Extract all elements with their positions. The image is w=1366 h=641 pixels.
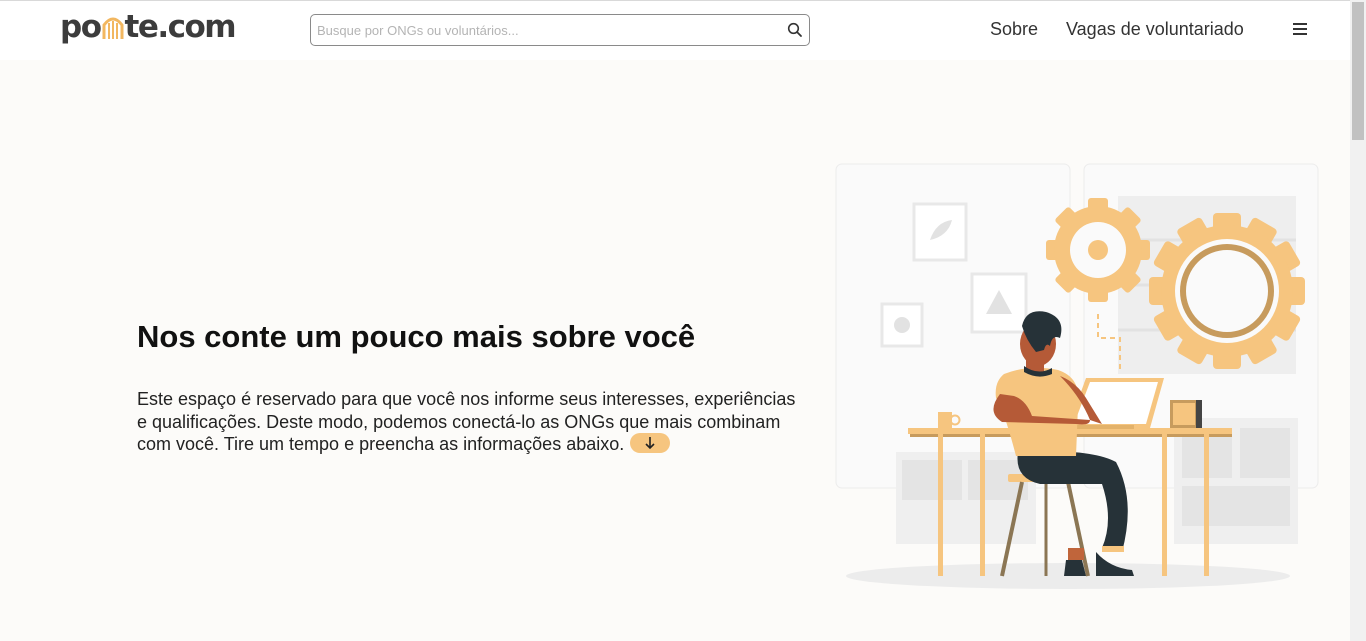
- logo[interactable]: po te.com: [60, 9, 237, 45]
- search-input[interactable]: [311, 15, 781, 45]
- intro-paragraph: Este espaço é reservado para que você no…: [137, 388, 807, 456]
- scrollbar[interactable]: [1350, 0, 1366, 641]
- workspace-illustration: [835, 163, 1319, 589]
- hamburger-icon[interactable]: [1293, 23, 1307, 37]
- intro-text: Este espaço é reservado para que você no…: [137, 389, 796, 454]
- top-header: pote.com Sobre Vagas de voluntariado: [0, 0, 1350, 60]
- search-box: [310, 14, 810, 46]
- nav-link-sobre[interactable]: Sobre: [990, 19, 1038, 40]
- page-title: Nos conte um pouco mais sobre você: [137, 319, 696, 354]
- scrollbar-thumb[interactable]: [1352, 2, 1364, 140]
- nav-link-vagas[interactable]: Vagas de voluntariado: [1066, 19, 1244, 40]
- arrow-down-icon: [645, 437, 655, 450]
- small-gear-icon: [1046, 198, 1150, 302]
- scroll-down-button[interactable]: [630, 433, 671, 453]
- bridge-arch-icon: [102, 11, 124, 39]
- search-icon[interactable]: [787, 22, 803, 38]
